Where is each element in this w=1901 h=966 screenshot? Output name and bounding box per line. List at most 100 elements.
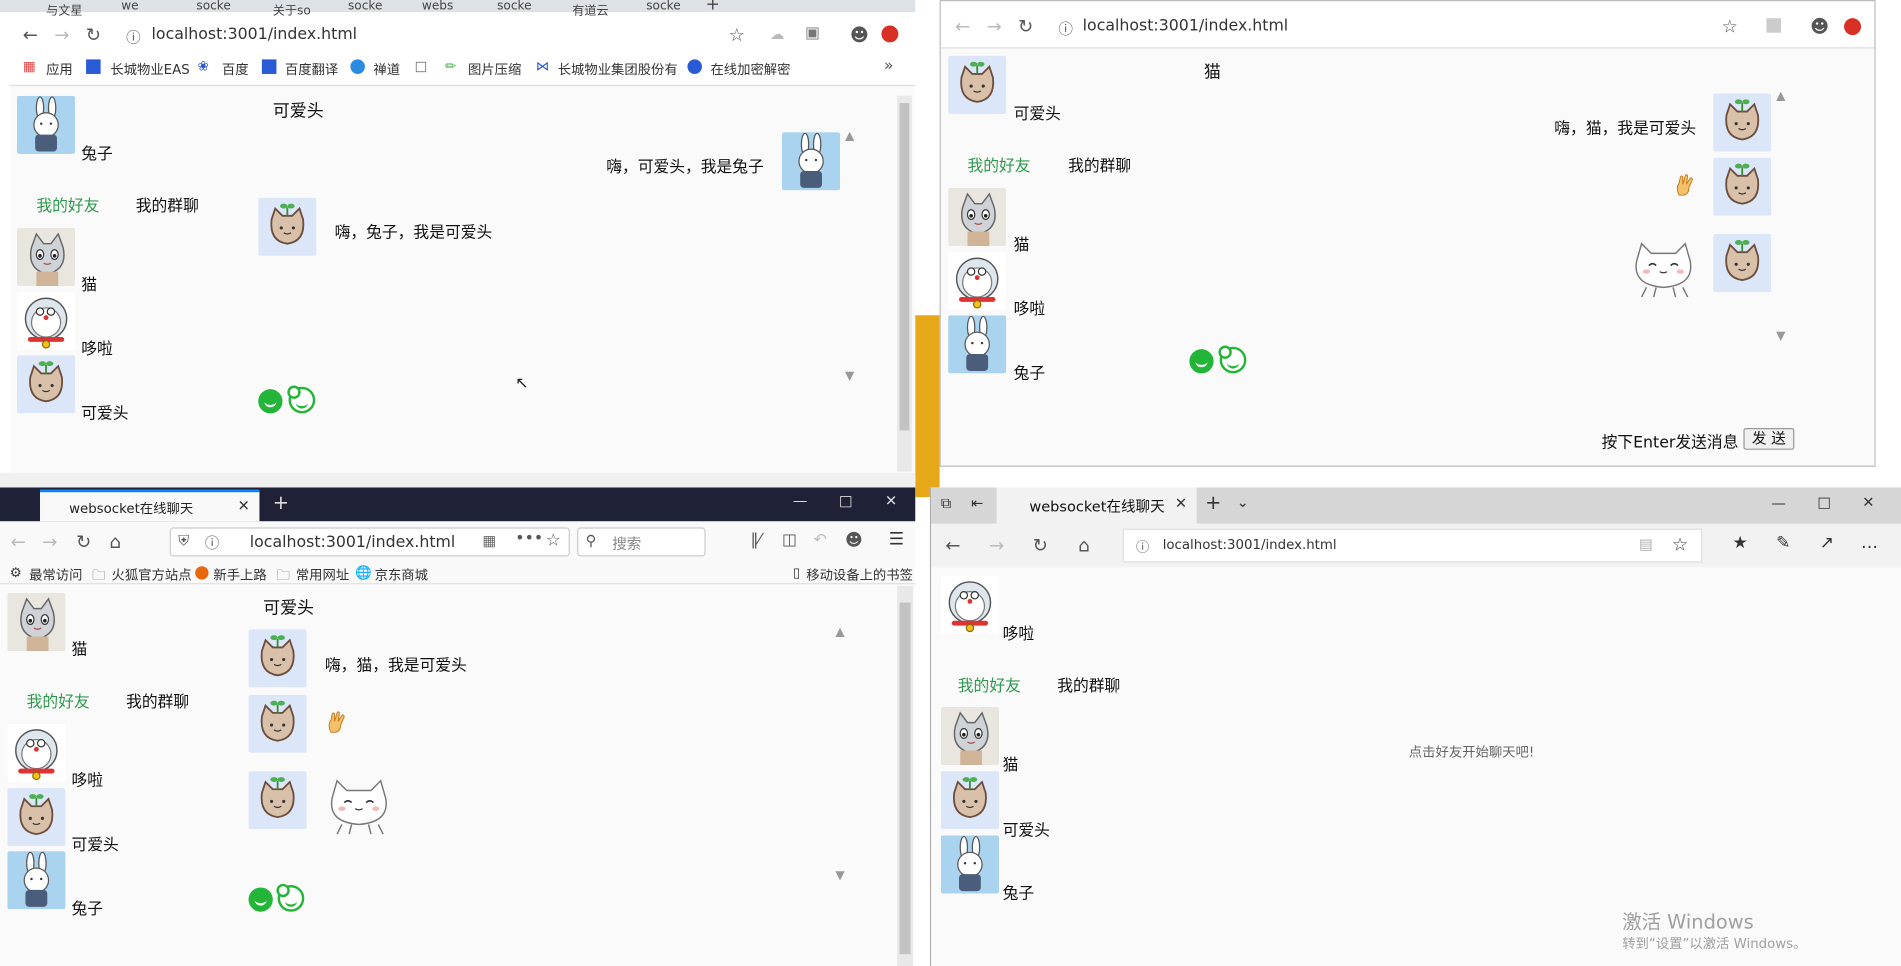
undo-icon[interactable]: ↶ [814, 531, 827, 549]
info-icon[interactable]: ⓘ [1058, 18, 1073, 39]
info-icon[interactable]: ⓘ [1136, 537, 1149, 556]
minimize-icon[interactable]: — [1771, 495, 1786, 512]
bear-emoji-icon[interactable] [276, 883, 305, 912]
tab-list-icon[interactable]: ⌄ [1237, 493, 1249, 510]
favorites-icon[interactable]: ★ [1733, 533, 1748, 552]
library-icon[interactable]: ‖⁄ [750, 531, 761, 549]
bookmark-item[interactable]: 京东商城 [375, 565, 428, 584]
star-icon[interactable]: ☆ [729, 24, 745, 46]
new-tab-icon[interactable]: + [1205, 491, 1221, 514]
bookmark-item[interactable]: 常用网址 [296, 565, 349, 584]
cloud-icon[interactable]: ☁ [770, 25, 785, 42]
qr-icon[interactable]: ▦ [483, 532, 497, 549]
browser-tab[interactable]: 与文星 [46, 0, 82, 18]
tab-my-friends[interactable]: 我的好友 [27, 689, 90, 711]
browser-tab[interactable]: socke [497, 0, 531, 13]
tab-my-groups[interactable]: 我的群聊 [126, 689, 189, 711]
menu-icon[interactable]: ☰ [889, 530, 904, 549]
friend-name[interactable]: 兔子 [1014, 360, 1046, 383]
sidebar-icon[interactable]: ◫ [782, 531, 797, 549]
friend-avatar-rabbit[interactable] [948, 315, 1006, 373]
update-icon[interactable] [881, 25, 899, 43]
bookmark-item[interactable]: 应用 [46, 59, 73, 78]
tab-my-friends[interactable]: 我的好友 [36, 193, 99, 216]
friend-avatar-cute[interactable] [941, 771, 999, 829]
minimize-icon[interactable]: — [793, 492, 808, 509]
bookmark-item[interactable]: 长城物业集团股份有 [558, 59, 678, 78]
browser-tab[interactable]: 关于so [273, 0, 311, 18]
home-icon[interactable]: ⌂ [1073, 535, 1095, 557]
home-icon[interactable]: ⌂ [104, 531, 126, 553]
more-bookmarks-icon[interactable]: » [884, 57, 894, 75]
update-icon[interactable] [1844, 18, 1862, 36]
bookmark-item[interactable]: 最常访问 [29, 565, 82, 584]
bear-emoji-icon[interactable] [287, 385, 316, 414]
reload-icon[interactable]: ↻ [1029, 535, 1051, 557]
smile-emoji-icon[interactable] [258, 389, 283, 414]
friend-avatar-rabbit[interactable] [7, 851, 65, 909]
scroll-up-icon[interactable]: ▲ [845, 130, 854, 143]
forward-icon[interactable]: → [983, 16, 1005, 38]
mobile-bookmarks[interactable]: 移动设备上的书签 [806, 565, 913, 584]
tab-my-friends[interactable]: 我的好友 [958, 673, 1021, 696]
star-icon[interactable]: ☆ [1672, 533, 1688, 555]
browser-tab[interactable]: 有道云 [572, 0, 608, 18]
reload-icon[interactable]: ↻ [73, 531, 95, 553]
reading-view-icon[interactable]: ▤ [1639, 536, 1653, 553]
apps-grid-icon[interactable]: ▦ [23, 58, 36, 74]
address-bar[interactable]: localhost:3001/index.html [1163, 537, 1337, 553]
account-icon[interactable]: ☻ [845, 531, 863, 550]
friend-name[interactable]: 猫 [1014, 232, 1030, 254]
scroll-down-icon[interactable]: ▼ [845, 370, 854, 383]
forward-icon[interactable]: → [51, 24, 73, 46]
search-input[interactable]: 搜索 [612, 533, 641, 554]
reload-icon[interactable]: ↻ [82, 24, 104, 46]
tab-manager-icon[interactable]: ⧉ [941, 495, 951, 513]
back-icon[interactable]: ← [942, 535, 964, 557]
friend-avatar-rabbit[interactable] [941, 835, 999, 893]
friend-name[interactable]: 可爱头 [81, 400, 128, 423]
close-icon[interactable]: ✕ [1862, 493, 1874, 510]
browser-tab[interactable]: socke [348, 0, 382, 13]
friend-avatar-cat[interactable] [941, 707, 999, 765]
browser-tab-active[interactable]: websocket在线聊天 ✕ [40, 489, 260, 522]
page-scrollbar[interactable] [897, 585, 913, 966]
address-box[interactable]: ⓘ localhost:3001/index.html ▤ ☆ [1122, 528, 1703, 563]
bear-emoji-icon[interactable] [1218, 345, 1247, 374]
bookmark-item[interactable]: 禅道 [373, 59, 400, 78]
tab-close-icon[interactable]: ✕ [238, 497, 250, 514]
new-tab-icon[interactable]: + [706, 0, 720, 15]
address-box[interactable]: ⛨ ⓘ localhost:3001/index.html ▦ ••• ☆ [169, 527, 570, 557]
back-icon[interactable]: ← [952, 16, 974, 38]
set-aside-icon[interactable]: ⇤ [971, 495, 983, 512]
back-icon[interactable]: ← [7, 531, 29, 553]
more-icon[interactable]: … [1861, 533, 1878, 552]
new-tab-icon[interactable]: + [273, 491, 289, 514]
more-icon[interactable]: ••• [515, 530, 543, 548]
address-bar[interactable]: localhost:3001/index.html [250, 533, 456, 551]
friend-name[interactable]: 可爱头 [72, 832, 119, 855]
scroll-up-icon[interactable]: ▲ [1776, 90, 1785, 103]
friend-avatar-doraemon[interactable] [17, 292, 75, 350]
smile-emoji-icon[interactable] [1189, 349, 1214, 374]
scroll-down-icon[interactable]: ▼ [1776, 330, 1785, 343]
pen-icon[interactable]: ✎ [1776, 533, 1790, 552]
forward-icon[interactable]: → [39, 531, 61, 553]
friend-name[interactable]: 哆啦 [1014, 296, 1046, 319]
close-icon[interactable]: ✕ [885, 492, 897, 509]
shield-icon[interactable]: ⛨ [178, 532, 189, 550]
tab-close-icon[interactable]: ✕ [1175, 495, 1187, 512]
friend-name[interactable]: 猫 [81, 272, 97, 294]
forward-icon[interactable]: → [986, 535, 1008, 557]
friend-avatar-cat[interactable] [17, 228, 75, 286]
bookmark-item[interactable]: 长城物业EAS [110, 59, 189, 78]
extension-icon[interactable] [1766, 18, 1782, 33]
tab-my-groups[interactable]: 我的群聊 [1068, 153, 1131, 176]
bookmark-item[interactable]: 新手上路 [213, 565, 266, 584]
friend-avatar-cute[interactable] [7, 788, 65, 846]
bookmark-item[interactable]: 图片压缩 [468, 59, 521, 78]
friend-name[interactable]: 哆啦 [72, 767, 104, 790]
search-box[interactable]: ⚲ 搜索 [577, 527, 706, 557]
tab-my-groups[interactable]: 我的群聊 [136, 193, 199, 216]
browser-tab[interactable]: socke [196, 0, 230, 13]
